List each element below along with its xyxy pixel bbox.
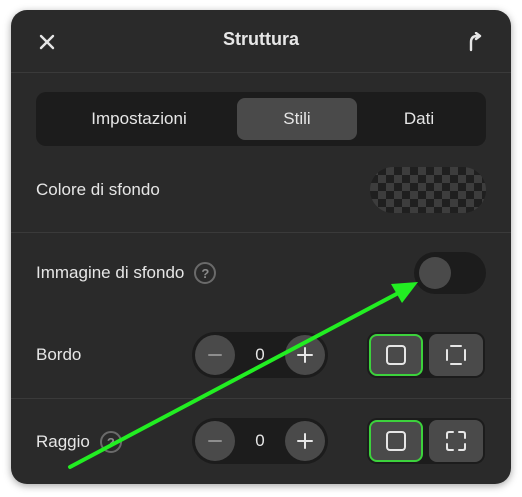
border-mode-group — [367, 332, 485, 378]
plus-icon — [297, 347, 313, 363]
radius-mode-group — [367, 418, 485, 464]
panel-title: Struttura — [223, 29, 299, 49]
tab-impostazioni[interactable]: Impostazioni — [44, 98, 234, 140]
divider — [11, 398, 511, 399]
radius-all-corners-button[interactable] — [369, 420, 423, 462]
tab-dati[interactable]: Dati — [360, 98, 478, 140]
help-icon[interactable]: ? — [99, 431, 122, 453]
square-outline-icon — [386, 345, 406, 365]
help-icon[interactable]: ? — [194, 262, 217, 284]
background-image-toggle[interactable] — [414, 252, 486, 294]
panel-header: Struttura — [11, 10, 511, 73]
radius-individual-corners-button[interactable] — [429, 420, 483, 462]
minus-icon — [208, 440, 222, 442]
radius-value[interactable]: 0 — [238, 418, 282, 464]
square-outline-icon — [386, 431, 406, 451]
toggle-knob — [419, 257, 451, 289]
share-button[interactable] — [463, 30, 487, 54]
structure-panel: Struttura Impostazioni Stili Dati Colore… — [11, 10, 511, 484]
border-individual-sides-button[interactable] — [429, 334, 483, 376]
border-label: Bordo — [36, 345, 82, 364]
square-corners-icon — [446, 431, 466, 451]
radius-label: Raggio — [36, 432, 90, 451]
background-color-label: Colore di sfondo — [36, 180, 160, 199]
square-sides-icon — [446, 345, 466, 365]
radius-stepper: 0 — [192, 418, 328, 464]
radius-row-label: Raggio ? — [36, 430, 122, 454]
border-increment-button[interactable] — [285, 335, 325, 375]
tab-stili[interactable]: Stili — [237, 98, 357, 140]
radius-increment-button[interactable] — [285, 421, 325, 461]
divider — [11, 232, 511, 233]
radius-decrement-button[interactable] — [195, 421, 235, 461]
border-decrement-button[interactable] — [195, 335, 235, 375]
background-image-row-label: Immagine di sfondo ? — [36, 261, 217, 285]
plus-icon — [297, 433, 313, 449]
border-stepper: 0 — [192, 332, 328, 378]
share-icon — [469, 32, 482, 52]
border-value[interactable]: 0 — [238, 332, 282, 378]
background-image-label: Immagine di sfondo — [36, 263, 185, 282]
border-all-sides-button[interactable] — [369, 334, 423, 376]
background-color-swatch[interactable] — [370, 167, 486, 213]
section-tabs: Impostazioni Stili Dati — [36, 92, 486, 146]
minus-icon — [208, 354, 222, 356]
